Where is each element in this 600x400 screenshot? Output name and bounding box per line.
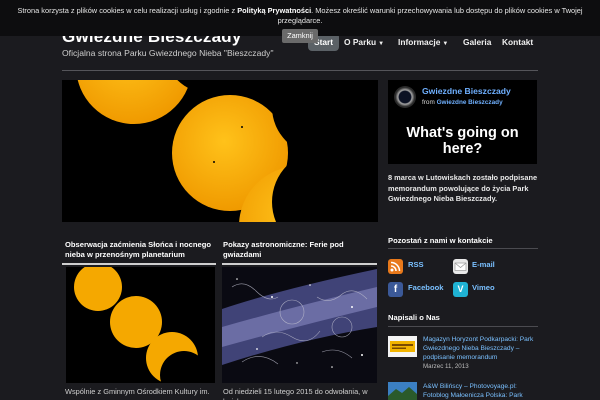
cookie-notice-text: Strona korzysta z plików cookies w celu …: [0, 6, 600, 26]
photoblog-thumb-graphic: [388, 382, 417, 400]
vimeo-link[interactable]: Vimeo: [472, 283, 495, 292]
news-date: Marzec 11, 2013: [423, 363, 469, 370]
facebook-video-widget[interactable]: Gwiezdne Bieszczady from Gwiezdne Bieszc…: [388, 80, 537, 164]
fb-from-name[interactable]: Gwiezdne Bieszczady: [437, 99, 503, 106]
eclipse-thumbnail-graphic: [66, 267, 215, 383]
email-link[interactable]: E-mail: [472, 260, 495, 269]
page-avatar-icon: [394, 86, 416, 108]
site-tagline: Oficjalna strona Parku Gwiezdnego Nieba …: [62, 48, 274, 58]
sidebar-divider: [388, 326, 538, 327]
featured-eclipse-image[interactable]: [62, 80, 378, 222]
cookie-close-button[interactable]: Zamknij: [282, 29, 318, 43]
sidebar-divider: [388, 248, 538, 249]
envelope-glyph: [454, 262, 467, 271]
contact-heading: Pozostań z nami w kontakcie: [388, 236, 493, 245]
news-link[interactable]: A&W Bilińscy – Photovoyage.pl: Fotoblog …: [423, 382, 539, 400]
post-divider: [222, 263, 377, 265]
post-image-star-map[interactable]: [222, 267, 377, 383]
post-image-eclipse[interactable]: [66, 267, 215, 383]
facebook-link[interactable]: Facebook: [408, 283, 443, 292]
post-title-astronomy-shows[interactable]: Pokazy astronomiczne: Ferie pod gwiazdam…: [223, 240, 373, 260]
rss-glyph: [390, 261, 401, 272]
news-thumbnail[interactable]: [388, 382, 417, 400]
star-map-graphic: [222, 267, 377, 383]
news-heading: Napisali o Nas: [388, 313, 440, 322]
header-divider: [62, 70, 538, 71]
fb-page-name[interactable]: Gwiezdne Bieszczady: [422, 86, 511, 96]
facebook-icon[interactable]: f: [388, 282, 403, 297]
cookie-bar: Strona korzysta z plików cookies w celu …: [0, 0, 600, 43]
email-icon[interactable]: [453, 259, 468, 274]
news-link[interactable]: Magazyn Horyzont Podkarpacki: Park Gwiez…: [423, 335, 539, 362]
privacy-policy-link[interactable]: Polityką Prywatności: [237, 6, 311, 15]
rss-link[interactable]: RSS: [408, 260, 424, 269]
vimeo-icon[interactable]: V: [453, 282, 468, 297]
post-title-eclipse[interactable]: Obserwacja zaćmienia Słońca i nocnego ni…: [65, 240, 217, 260]
eclipse-sequence-graphic: [62, 80, 378, 222]
fb-from-label: from: [422, 99, 435, 106]
rss-icon[interactable]: [388, 259, 403, 274]
news-thumbnail[interactable]: [388, 336, 417, 357]
post-excerpt-eclipse: Wspólnie z Gminnym Ośrodkiem Kultury im.: [65, 387, 210, 396]
cookie-text-before: Strona korzysta z plików cookies w celu …: [17, 6, 238, 15]
post-divider: [62, 263, 216, 265]
fb-from-line: from Gwiezdne Bieszczady: [422, 99, 503, 106]
magazine-logo-graphic: [388, 336, 417, 357]
cookie-text-after: . Możesz określić warunki przechowywania…: [277, 6, 583, 25]
memorandum-announcement: 8 marca w Lutowiskach zostało podpisane …: [388, 173, 538, 203]
fb-question: What's going on here?: [406, 125, 519, 157]
post-excerpt-astronomy-shows: Od niedzieli 15 lutego 2015 do odwołania…: [223, 387, 368, 400]
